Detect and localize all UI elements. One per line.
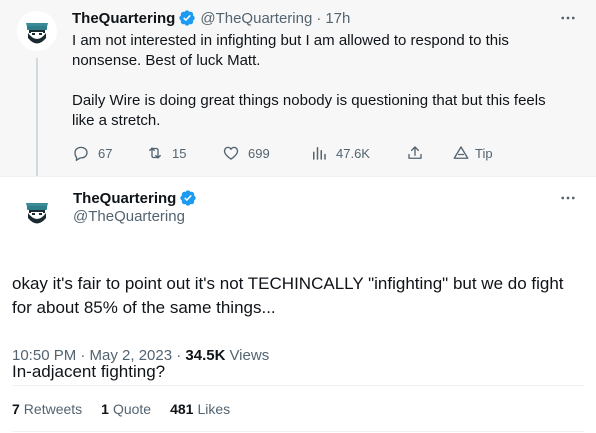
separator-dot: · bbox=[316, 9, 322, 27]
retweets-stat[interactable]: 7 Retweets bbox=[12, 401, 82, 417]
likes-count: 481 bbox=[170, 401, 194, 417]
tweet-actions-bar: 67 15 699 47.6K Tip bbox=[72, 143, 532, 163]
more-options-icon[interactable] bbox=[558, 8, 578, 28]
retweets-count: 7 bbox=[12, 401, 20, 417]
quotes-stat[interactable]: 1 Quote bbox=[101, 401, 151, 417]
tweet-meta: 10:50 PM · May 2, 2023 · 34.5K Views bbox=[12, 344, 269, 366]
like-button[interactable]: 699 bbox=[222, 143, 270, 163]
share-upload-icon bbox=[408, 146, 422, 159]
tip-label: Tip bbox=[475, 145, 493, 161]
thread-connector-line bbox=[36, 58, 38, 176]
verified-badge-icon[interactable] bbox=[178, 9, 196, 27]
retweets-label: Retweets bbox=[23, 401, 83, 417]
views-count: 34.5K bbox=[185, 346, 226, 364]
engagement-stats: 7 Retweets 1 Quote 481 Likes bbox=[12, 398, 249, 420]
like-count: 699 bbox=[248, 145, 270, 161]
tip-button[interactable]: Tip bbox=[452, 143, 493, 163]
author-name[interactable]: TheQuartering bbox=[72, 10, 175, 27]
quotes-count: 1 bbox=[101, 401, 109, 417]
divider bbox=[12, 431, 584, 432]
retweet-button[interactable]: 15 bbox=[146, 143, 186, 163]
author-handle[interactable]: @TheQuartering bbox=[73, 208, 185, 225]
parent-tweet-header: TheQuartering @TheQuartering · 17h bbox=[72, 8, 350, 28]
avatar[interactable] bbox=[17, 191, 57, 231]
retweet-count: 15 bbox=[172, 145, 187, 161]
retweet-icon bbox=[149, 147, 161, 159]
author-name[interactable]: TheQuartering bbox=[73, 190, 176, 207]
quotes-label: Quote bbox=[112, 401, 152, 417]
likes-stat[interactable]: 481 Likes bbox=[170, 401, 230, 417]
tweet-separator bbox=[0, 176, 596, 177]
bar-chart-icon bbox=[313, 147, 326, 160]
views-count: 47.6K bbox=[336, 145, 370, 161]
avatar-image bbox=[17, 191, 57, 231]
verified-badge-icon[interactable] bbox=[179, 189, 197, 207]
reply-bubble-icon bbox=[74, 146, 88, 162]
divider bbox=[12, 385, 584, 386]
more-options-icon[interactable] bbox=[558, 188, 578, 208]
likes-label: Likes bbox=[197, 401, 231, 417]
views-button[interactable]: 47.6K bbox=[310, 143, 370, 163]
reply-count: 67 bbox=[98, 145, 113, 161]
tweet-time[interactable]: 17h bbox=[325, 10, 350, 27]
tweet-timestamp[interactable]: 10:50 PM · May 2, 2023 · bbox=[12, 347, 185, 364]
author-handle[interactable]: @TheQuartering bbox=[200, 10, 312, 27]
avatar[interactable] bbox=[17, 11, 57, 51]
parent-tweet[interactable]: TheQuartering @TheQuartering · 17h I am … bbox=[0, 0, 596, 176]
avatar-image bbox=[17, 11, 57, 51]
share-button[interactable] bbox=[406, 143, 432, 163]
main-author-name-row: TheQuartering bbox=[73, 188, 197, 208]
views-label: Views bbox=[229, 346, 270, 364]
tip-icon bbox=[453, 146, 469, 159]
reply-button[interactable]: 67 bbox=[72, 143, 112, 163]
tweet-paragraph: okay it's fair to point out it's not TEC… bbox=[12, 274, 564, 317]
heart-icon bbox=[223, 146, 239, 160]
parent-tweet-text: I am not interested in infighting but I … bbox=[72, 32, 546, 129]
